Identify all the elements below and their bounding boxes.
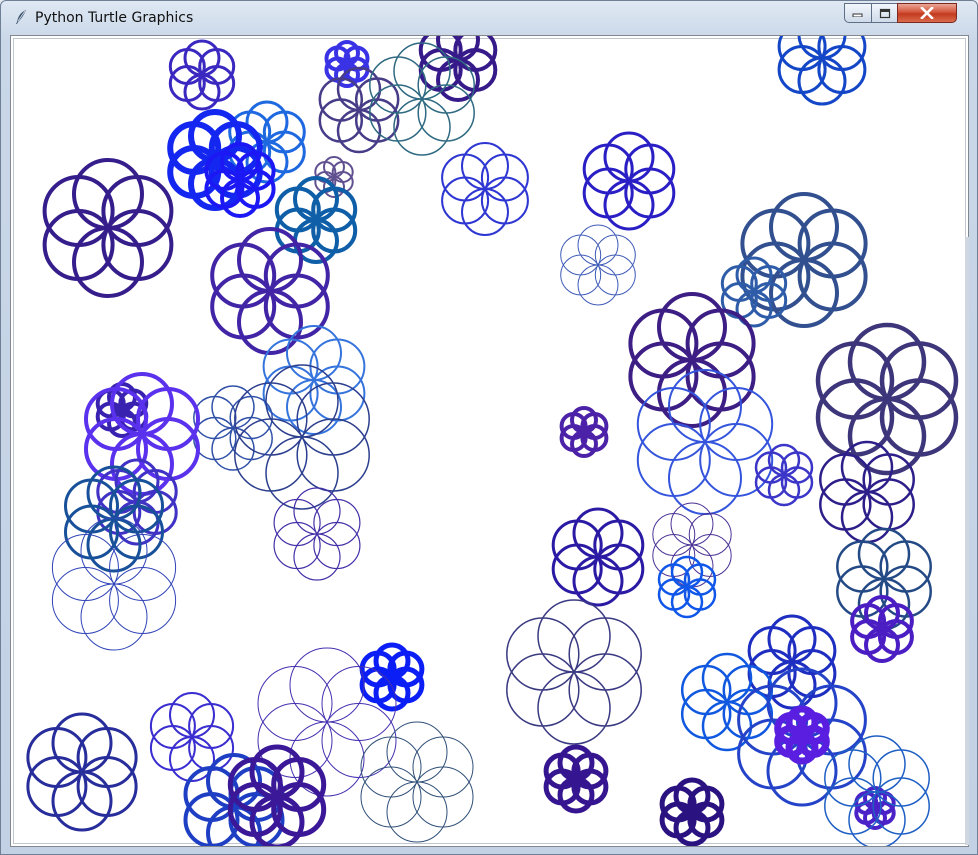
flower-rosette — [51, 517, 177, 651]
flower-rosette — [819, 440, 915, 544]
flower-rosette — [543, 744, 609, 814]
flower-rosette — [26, 712, 138, 832]
close-icon — [920, 7, 934, 19]
flower-rosette — [359, 642, 425, 712]
flower-rosette — [262, 325, 366, 435]
flower-rosette — [551, 507, 645, 607]
flower-rosette — [628, 292, 756, 428]
maximize-icon — [879, 8, 890, 18]
flower-rosette — [193, 385, 273, 471]
maximize-button[interactable] — [871, 3, 898, 23]
client-area — [10, 35, 969, 847]
flower-rosette — [636, 369, 774, 515]
flower-rosette — [680, 652, 774, 752]
flower-rosette — [42, 158, 174, 298]
minimize-icon — [852, 13, 863, 17]
flower-rosette — [441, 142, 529, 236]
flower-rosette — [506, 599, 642, 745]
flower-rosette — [657, 555, 717, 619]
flower-rosette — [560, 224, 636, 306]
window-edge — [965, 237, 969, 845]
flower-rosette — [273, 487, 361, 581]
minimize-button[interactable] — [844, 3, 872, 23]
flower-rosette — [234, 364, 370, 510]
flower-rosette — [559, 406, 609, 458]
flower-rosette — [360, 721, 474, 843]
feather-icon — [16, 10, 26, 24]
close-button[interactable] — [897, 3, 957, 23]
flower-rosette — [652, 502, 732, 588]
flower-rosette — [582, 131, 676, 231]
flower-rosette — [777, 36, 867, 106]
flower-rosette — [64, 465, 164, 573]
turtle-window: Python Turtle Graphics — [0, 0, 978, 855]
flower-rosette — [210, 227, 330, 355]
window-title: Python Turtle Graphics — [35, 10, 194, 26]
turtle-canvas[interactable] — [11, 36, 968, 846]
title-bar[interactable]: Python Turtle Graphics — [1, 1, 977, 35]
flower-rosette — [774, 705, 830, 765]
flower-rosette — [168, 39, 236, 111]
flower-rosette — [754, 443, 814, 507]
flower-rosette — [659, 777, 725, 846]
